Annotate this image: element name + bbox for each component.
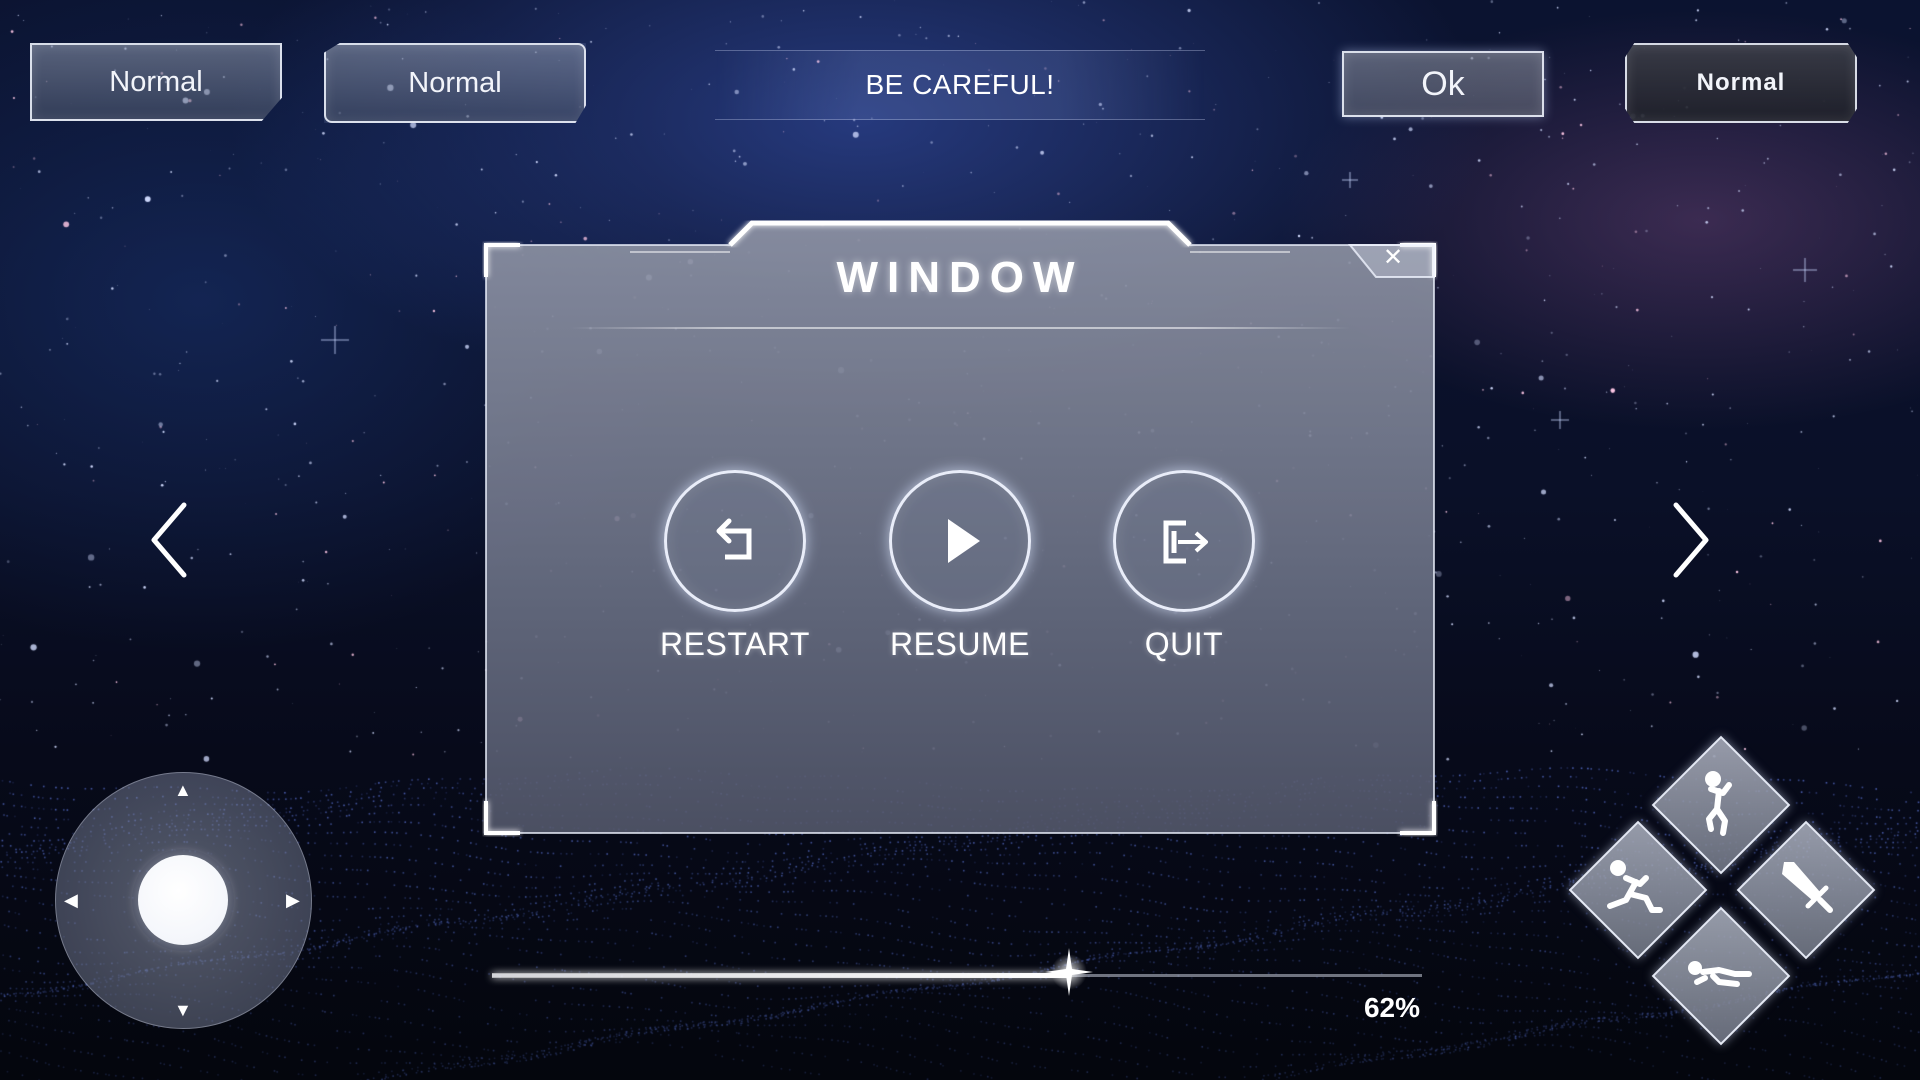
slide-icon xyxy=(1688,961,1752,987)
progress-slider[interactable] xyxy=(492,948,1422,996)
arrow-left-icon: ◀ xyxy=(64,890,78,910)
chevron-right-icon[interactable] xyxy=(1660,495,1720,585)
restart-button[interactable]: RESTART xyxy=(650,470,820,663)
virtual-joystick[interactable]: ▲ ▼ ◀ ▶ xyxy=(55,772,312,1029)
window-title: WINDOW xyxy=(836,253,1084,302)
pause-window: WINDOW ✕ RESTART RESUME QUIT xyxy=(480,215,1440,840)
title-divider xyxy=(570,327,1350,329)
quit-button[interactable]: QUIT xyxy=(1099,470,1269,663)
normal-button-2[interactable]: Normal xyxy=(324,43,586,123)
play-icon xyxy=(889,470,1031,612)
game-screen: Normal Normal BE CAREFUL! Ok Normal WIND… xyxy=(0,0,1920,1080)
warning-banner: BE CAREFUL! xyxy=(715,50,1205,120)
ok-button[interactable]: Ok xyxy=(1342,51,1544,117)
progress-fill xyxy=(492,973,1069,978)
slide-skill-button[interactable] xyxy=(1651,906,1791,1046)
chevron-left-icon[interactable] xyxy=(140,495,200,585)
quit-label: QUIT xyxy=(1144,626,1224,662)
arrow-right-icon: ▶ xyxy=(286,890,300,910)
normal-button-1[interactable]: Normal xyxy=(30,43,282,121)
arrow-up-icon: ▲ xyxy=(174,780,192,800)
close-icon[interactable]: ✕ xyxy=(1375,243,1411,271)
progress-percent: 62% xyxy=(1363,992,1420,1023)
restart-label: RESTART xyxy=(660,626,810,662)
joystick-knob[interactable] xyxy=(138,855,228,945)
arrow-down-icon: ▼ xyxy=(174,1000,192,1020)
slider-spark-handle[interactable] xyxy=(1039,942,1099,1002)
normal-button-3[interactable]: Normal xyxy=(1625,43,1857,123)
restart-icon xyxy=(664,470,806,612)
resume-button[interactable]: RESUME xyxy=(875,470,1045,663)
resume-label: RESUME xyxy=(890,626,1030,662)
exit-icon xyxy=(1113,470,1255,612)
